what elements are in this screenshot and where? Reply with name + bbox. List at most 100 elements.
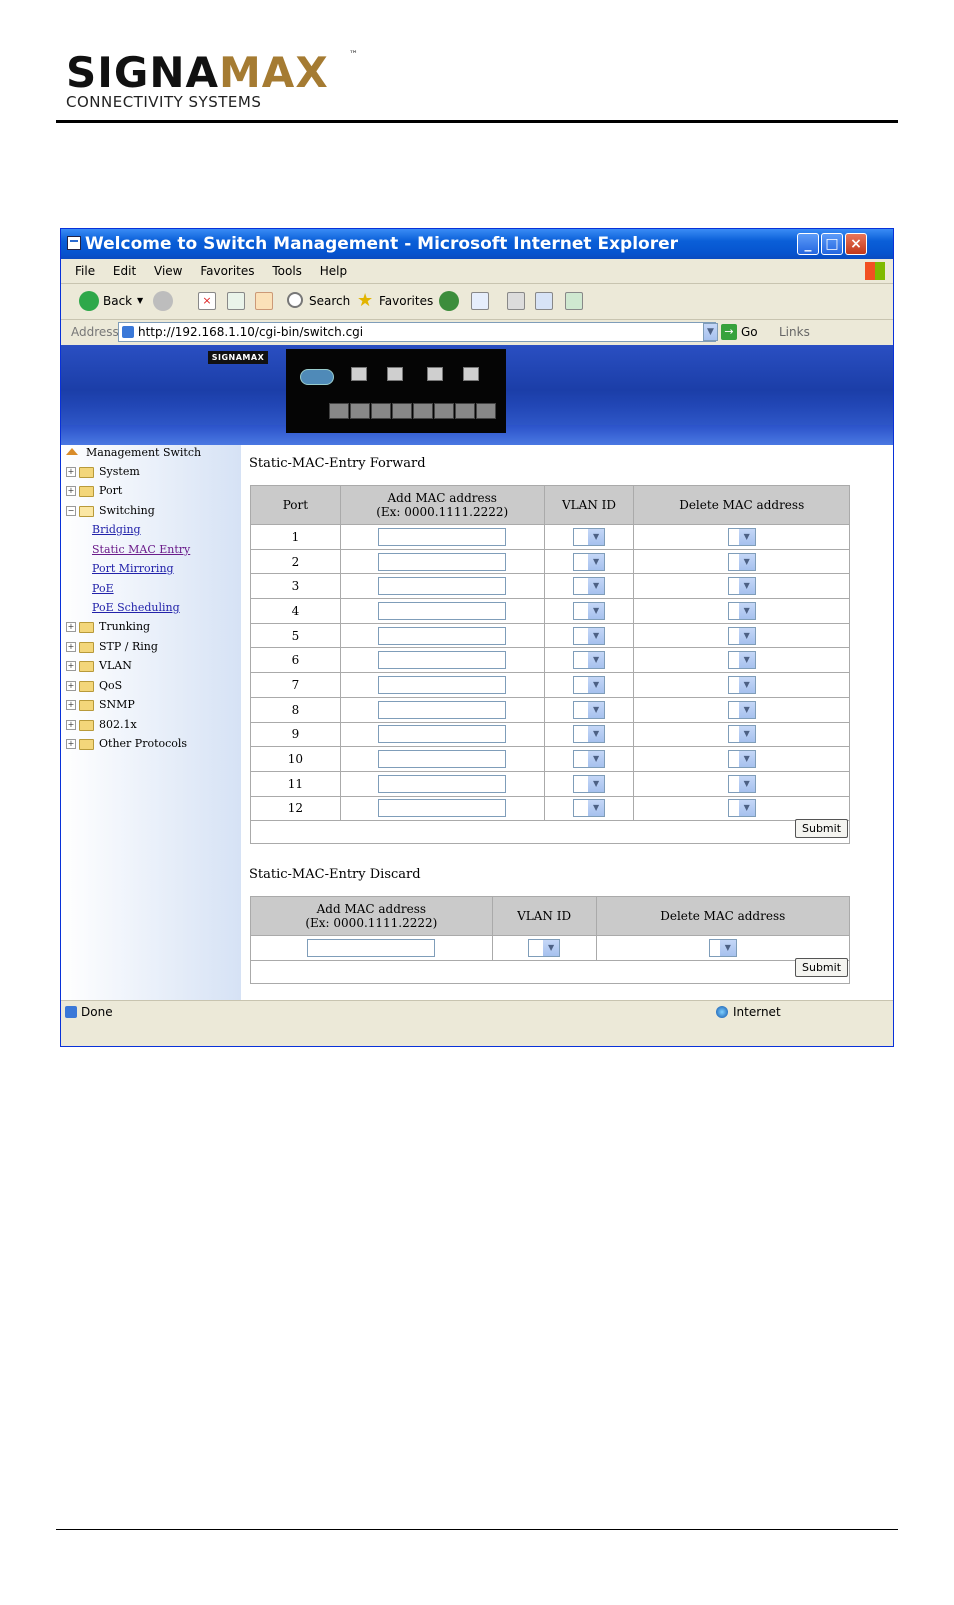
add-mac-input[interactable] [378, 725, 507, 744]
delete-mac-select[interactable]: ▼ [708, 938, 737, 957]
collapse-icon[interactable]: − [66, 506, 76, 516]
delete-mac-select[interactable]: ▼ [727, 601, 756, 620]
expand-icon[interactable]: + [66, 681, 76, 691]
add-mac-input[interactable] [378, 651, 507, 670]
delete-mac-select[interactable]: ▼ [727, 799, 756, 818]
vlan-select[interactable]: ▼ [573, 626, 606, 645]
vlan-select[interactable]: ▼ [573, 527, 606, 546]
add-mac-input[interactable] [307, 938, 436, 957]
discard-submit-button[interactable]: Submit [795, 958, 849, 977]
delete-mac-select[interactable]: ▼ [727, 651, 756, 670]
add-mac-input[interactable] [378, 552, 507, 571]
favorites-star-icon[interactable]: ★ [357, 283, 373, 319]
tree-item-8021x[interactable]: +802.1x [66, 717, 137, 733]
forward-submit-button[interactable]: Submit [795, 819, 849, 838]
vlan-select[interactable]: ▼ [573, 552, 606, 571]
tree-item-port[interactable]: + Port [66, 483, 122, 499]
vlan-select[interactable]: ▼ [573, 750, 606, 769]
delete-mac-select[interactable]: ▼ [727, 725, 756, 744]
delete-mac-select[interactable]: ▼ [727, 626, 756, 645]
vlan-select[interactable]: ▼ [573, 725, 606, 744]
tree-item-vlan[interactable]: + VLAN [66, 658, 132, 674]
delete-mac-select[interactable]: ▼ [727, 700, 756, 719]
messenger-icon[interactable] [565, 292, 583, 310]
tree-link-port-mirroring[interactable]: Port Mirroring [92, 561, 174, 577]
expand-icon[interactable]: + [66, 720, 76, 730]
tree-item-switching[interactable]: − Switching [66, 503, 155, 519]
expand-icon[interactable]: + [66, 700, 76, 710]
search-icon[interactable] [287, 292, 303, 308]
menu-file[interactable]: File [75, 259, 95, 283]
port-cell: 1 [250, 524, 341, 550]
add-mac-input[interactable] [378, 799, 507, 818]
add-mac-input[interactable] [378, 601, 507, 620]
vlan-select[interactable]: ▼ [573, 799, 606, 818]
vlan-select[interactable]: ▼ [573, 774, 606, 793]
add-mac-input[interactable] [378, 626, 507, 645]
address-input[interactable]: http://192.168.1.10/cgi-bin/switch.cgi [118, 322, 716, 342]
delete-mac-select[interactable]: ▼ [727, 577, 756, 596]
mail-icon[interactable] [471, 292, 489, 310]
page-icon [122, 326, 134, 338]
vlan-select[interactable]: ▼ [573, 601, 606, 620]
address-dropdown-icon[interactable]: ▼ [703, 323, 718, 341]
maximize-button[interactable]: □ [821, 233, 843, 255]
back-button-label[interactable]: Back [103, 283, 132, 319]
add-mac-input[interactable] [378, 774, 507, 793]
tree-link-poe[interactable]: PoE [92, 581, 114, 597]
back-dropdown-icon[interactable]: ▼ [137, 283, 143, 319]
vlan-select[interactable]: ▼ [573, 700, 606, 719]
expand-icon[interactable]: + [66, 467, 76, 477]
add-mac-input[interactable] [378, 577, 507, 596]
edit-icon[interactable] [535, 292, 553, 310]
tree-root[interactable]: Management Switch [66, 445, 201, 461]
favorites-button-label[interactable]: Favorites [379, 283, 433, 319]
menu-view[interactable]: View [154, 259, 182, 283]
home-icon[interactable] [255, 292, 273, 310]
chevron-down-icon: ▼ [543, 939, 560, 956]
expand-icon[interactable]: + [66, 739, 76, 749]
vlan-select[interactable]: ▼ [528, 938, 561, 957]
menu-favorites[interactable]: Favorites [200, 259, 254, 283]
tree-item-qos[interactable]: + QoS [66, 678, 122, 694]
vlan-select[interactable]: ▼ [573, 577, 606, 596]
back-arrow-icon[interactable] [79, 291, 99, 311]
stop-icon[interactable]: × [198, 292, 216, 310]
tree-item-stp-ring[interactable]: + STP / Ring [66, 639, 158, 655]
tree-link-bridging[interactable]: Bridging [92, 522, 141, 538]
tree-link-static-mac-entry[interactable]: Static MAC Entry [92, 542, 190, 558]
close-button[interactable]: × [845, 233, 867, 255]
refresh-icon[interactable] [227, 292, 245, 310]
history-icon[interactable] [439, 291, 459, 311]
menu-help[interactable]: Help [320, 259, 347, 283]
delete-mac-select[interactable]: ▼ [727, 552, 756, 571]
search-button-label[interactable]: Search [309, 283, 350, 319]
tree-link-poe-scheduling[interactable]: PoE Scheduling [92, 600, 180, 616]
delete-mac-select[interactable]: ▼ [727, 750, 756, 769]
expand-icon[interactable]: + [66, 486, 76, 496]
minimize-button[interactable]: _ [797, 233, 819, 255]
vlan-select[interactable]: ▼ [573, 651, 606, 670]
go-button-label[interactable]: Go [741, 319, 758, 345]
add-mac-input[interactable] [378, 750, 507, 769]
expand-icon[interactable]: + [66, 642, 76, 652]
delete-mac-select[interactable]: ▼ [727, 527, 756, 546]
vlan-select[interactable]: ▼ [573, 675, 606, 694]
tree-item-other-protocols[interactable]: + Other Protocols [66, 736, 187, 752]
delete-mac-select[interactable]: ▼ [727, 774, 756, 793]
links-label[interactable]: Links [779, 319, 810, 345]
delete-mac-select[interactable]: ▼ [727, 675, 756, 694]
menu-edit[interactable]: Edit [113, 259, 136, 283]
tree-item-system[interactable]: + System [66, 464, 140, 480]
menu-tools[interactable]: Tools [272, 259, 302, 283]
go-arrow-icon[interactable]: → [721, 324, 737, 340]
expand-icon[interactable]: + [66, 622, 76, 632]
tree-item-trunking[interactable]: + Trunking [66, 619, 150, 635]
forward-arrow-icon[interactable] [153, 291, 173, 311]
expand-icon[interactable]: + [66, 661, 76, 671]
tree-item-snmp[interactable]: + SNMP [66, 697, 135, 713]
add-mac-input[interactable] [378, 527, 507, 546]
add-mac-input[interactable] [378, 700, 507, 719]
print-icon[interactable] [507, 292, 525, 310]
add-mac-input[interactable] [378, 675, 507, 694]
